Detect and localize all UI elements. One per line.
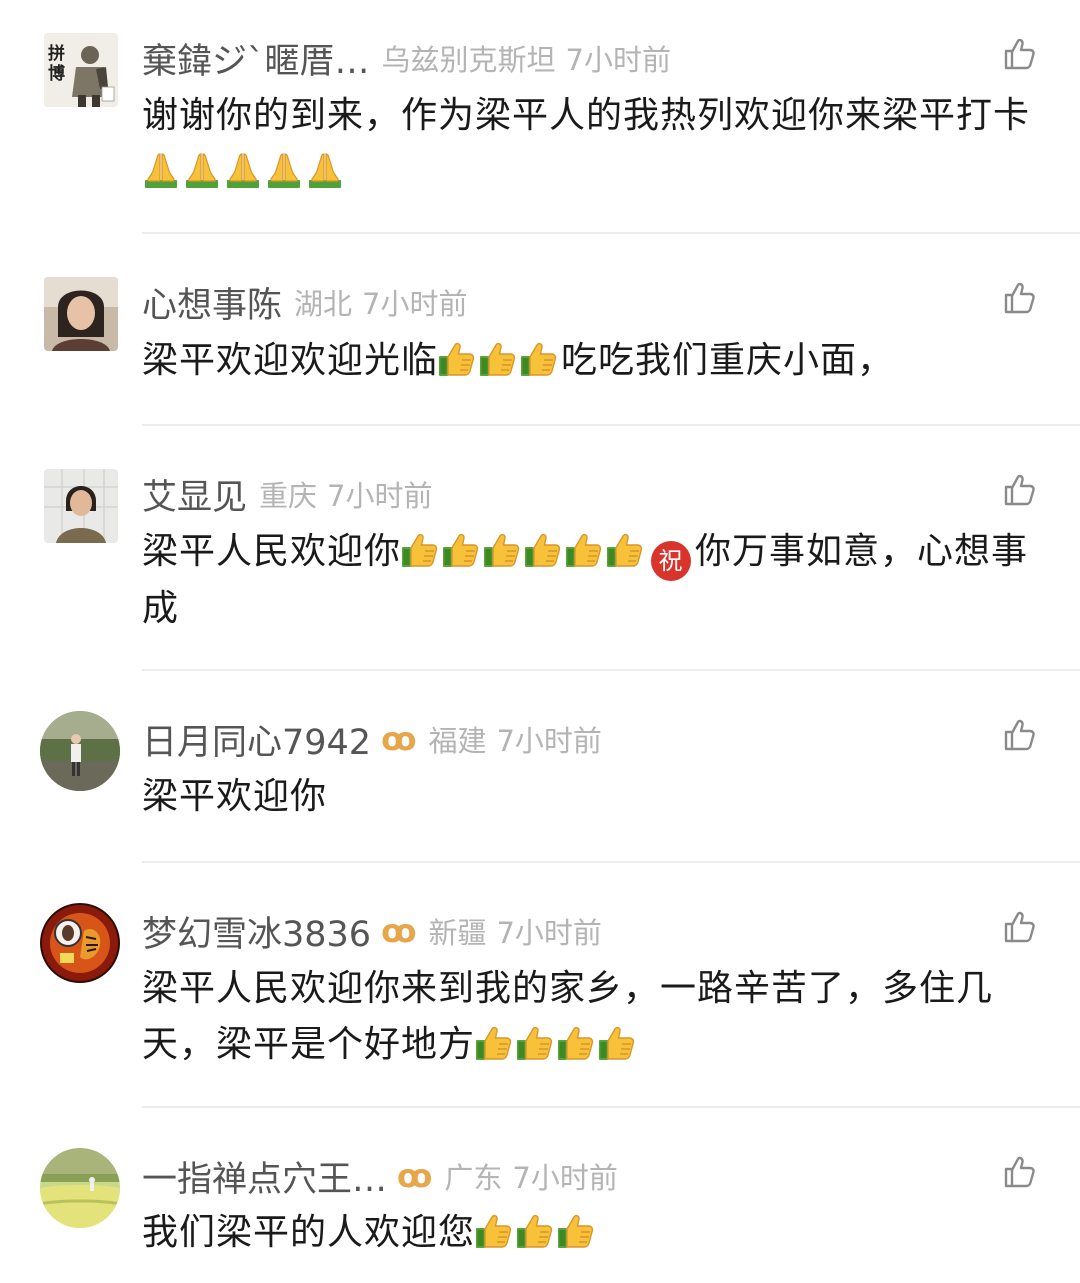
comment-meta: 日月同心7942 ꝏ 福建 7小时前 bbox=[142, 714, 602, 764]
thumbs-up-emoji-icon bbox=[483, 531, 521, 569]
comment-body: 梁平欢迎你 bbox=[142, 776, 328, 817]
username[interactable]: 棄鍏ジ`暱厝… bbox=[142, 33, 370, 84]
avatar-image bbox=[44, 469, 118, 543]
divider bbox=[142, 424, 1080, 426]
comment-text: 梁平欢迎欢迎光临 吃吃我们重庆小面， bbox=[142, 333, 1042, 389]
thumbs-up-emoji-icon bbox=[524, 531, 562, 569]
avatar-image bbox=[40, 903, 120, 983]
location: 湖北 bbox=[294, 287, 353, 321]
like-icon[interactable] bbox=[1003, 473, 1037, 507]
thumbs-up-emoji-icon bbox=[557, 1024, 595, 1062]
thumbs-up-emoji-icon bbox=[475, 1212, 513, 1250]
thumbs-up-emoji-icon bbox=[516, 1212, 554, 1250]
thumbs-up-emoji-icon bbox=[479, 340, 517, 378]
avatar-text: 拼 bbox=[48, 43, 65, 64]
comment-meta: 艾显见 重庆 7小时前 bbox=[142, 469, 432, 519]
like-icon[interactable] bbox=[1003, 1155, 1037, 1189]
location: 福建 bbox=[428, 724, 487, 758]
thumbs-up-emoji-icon bbox=[606, 531, 644, 569]
username[interactable]: 日月同心7942 bbox=[142, 714, 371, 765]
avatar-image: 拼 博 bbox=[44, 33, 118, 107]
thumbs-up-emoji-icon bbox=[565, 531, 603, 569]
pray-emoji-icon bbox=[224, 151, 262, 189]
username[interactable]: 心想事陈 bbox=[142, 277, 282, 328]
comment-meta: 梦幻雪冰3836 ꝏ 新疆 7小时前 bbox=[142, 906, 602, 956]
divider bbox=[142, 669, 1080, 671]
divider bbox=[142, 861, 1080, 863]
comment-body: 我们梁平的人欢迎您 bbox=[142, 1212, 476, 1253]
avatar-image bbox=[44, 277, 118, 351]
timestamp: 7小时前 bbox=[362, 287, 468, 321]
avatar-image bbox=[40, 711, 120, 791]
avatar[interactable] bbox=[40, 903, 120, 983]
thumbs-up-emoji-icon bbox=[557, 1212, 595, 1250]
avatar[interactable]: 拼 博 bbox=[44, 33, 118, 107]
location: 乌兹别克斯坦 bbox=[381, 43, 556, 77]
location: 新疆 bbox=[428, 916, 487, 950]
thumbs-up-emoji-icon bbox=[520, 340, 558, 378]
like-icon[interactable] bbox=[1003, 281, 1037, 315]
avatar[interactable] bbox=[44, 277, 118, 351]
comment-body: 梁平人民欢迎你 bbox=[142, 531, 402, 572]
comment-text: 梁平人民欢迎你祝你万事如意，心想事成 bbox=[142, 524, 1042, 637]
timestamp: 7小时前 bbox=[496, 724, 602, 758]
avatar[interactable] bbox=[40, 1148, 120, 1228]
avatar[interactable] bbox=[40, 711, 120, 791]
timestamp: 7小时前 bbox=[512, 1161, 618, 1195]
timestamp: 7小时前 bbox=[327, 479, 433, 513]
pray-emoji-icon bbox=[306, 151, 344, 189]
thumbs-up-emoji-icon bbox=[442, 531, 480, 569]
comment-body-tail: 吃吃我们重庆小面， bbox=[561, 340, 895, 381]
svg-text:博: 博 bbox=[48, 63, 65, 84]
timestamp: 7小时前 bbox=[565, 43, 671, 77]
vip-badge-icon: ꝏ bbox=[381, 912, 417, 950]
like-icon[interactable] bbox=[1003, 910, 1037, 944]
divider bbox=[142, 232, 1080, 234]
username[interactable]: 一指禅点穴王… bbox=[142, 1151, 387, 1202]
thumbs-up-emoji-icon bbox=[475, 1024, 513, 1062]
comment-meta: 一指禅点穴王… ꝏ 广东 7小时前 bbox=[142, 1151, 618, 1201]
username[interactable]: 艾显见 bbox=[142, 469, 247, 520]
comment-text: 梁平人民欢迎你来到我的家乡，一路辛苦了，多住几天，梁平是个好地方 bbox=[142, 961, 1042, 1073]
thumbs-up-emoji-icon bbox=[516, 1024, 554, 1062]
pray-emoji-icon bbox=[183, 151, 221, 189]
vip-badge-icon: ꝏ bbox=[381, 720, 417, 758]
thumbs-up-emoji-icon bbox=[438, 340, 476, 378]
comment-text: 我们梁平的人欢迎您 bbox=[142, 1205, 1042, 1261]
comment-body: 谢谢你的到来，作为梁平人的我热列欢迎你来梁平打卡 bbox=[142, 95, 1031, 136]
thumbs-up-emoji-icon bbox=[598, 1024, 636, 1062]
avatar[interactable] bbox=[44, 469, 118, 543]
like-icon[interactable] bbox=[1003, 718, 1037, 752]
comment-text: 谢谢你的到来，作为梁平人的我热列欢迎你来梁平打卡 bbox=[142, 88, 1042, 200]
username[interactable]: 梦幻雪冰3836 bbox=[142, 906, 371, 957]
divider bbox=[142, 1106, 1080, 1108]
avatar-image bbox=[40, 1148, 120, 1228]
vip-badge-icon: ꝏ bbox=[397, 1157, 433, 1195]
pray-emoji-icon bbox=[265, 151, 303, 189]
like-icon[interactable] bbox=[1003, 37, 1037, 71]
pray-emoji-icon bbox=[142, 151, 180, 189]
thumbs-up-emoji-icon bbox=[401, 531, 439, 569]
comment-meta: 棄鍏ジ`暱厝… 乌兹别克斯坦 7小时前 bbox=[142, 33, 671, 83]
comment-text: 梁平欢迎你 bbox=[142, 769, 1042, 825]
comment-body: 梁平欢迎欢迎光临 bbox=[142, 340, 439, 381]
timestamp: 7小时前 bbox=[496, 916, 602, 950]
blessing-emoji-icon: 祝 bbox=[651, 541, 692, 581]
location: 广东 bbox=[444, 1161, 503, 1195]
location: 重庆 bbox=[259, 479, 318, 513]
comment-meta: 心想事陈 湖北 7小时前 bbox=[142, 277, 467, 327]
